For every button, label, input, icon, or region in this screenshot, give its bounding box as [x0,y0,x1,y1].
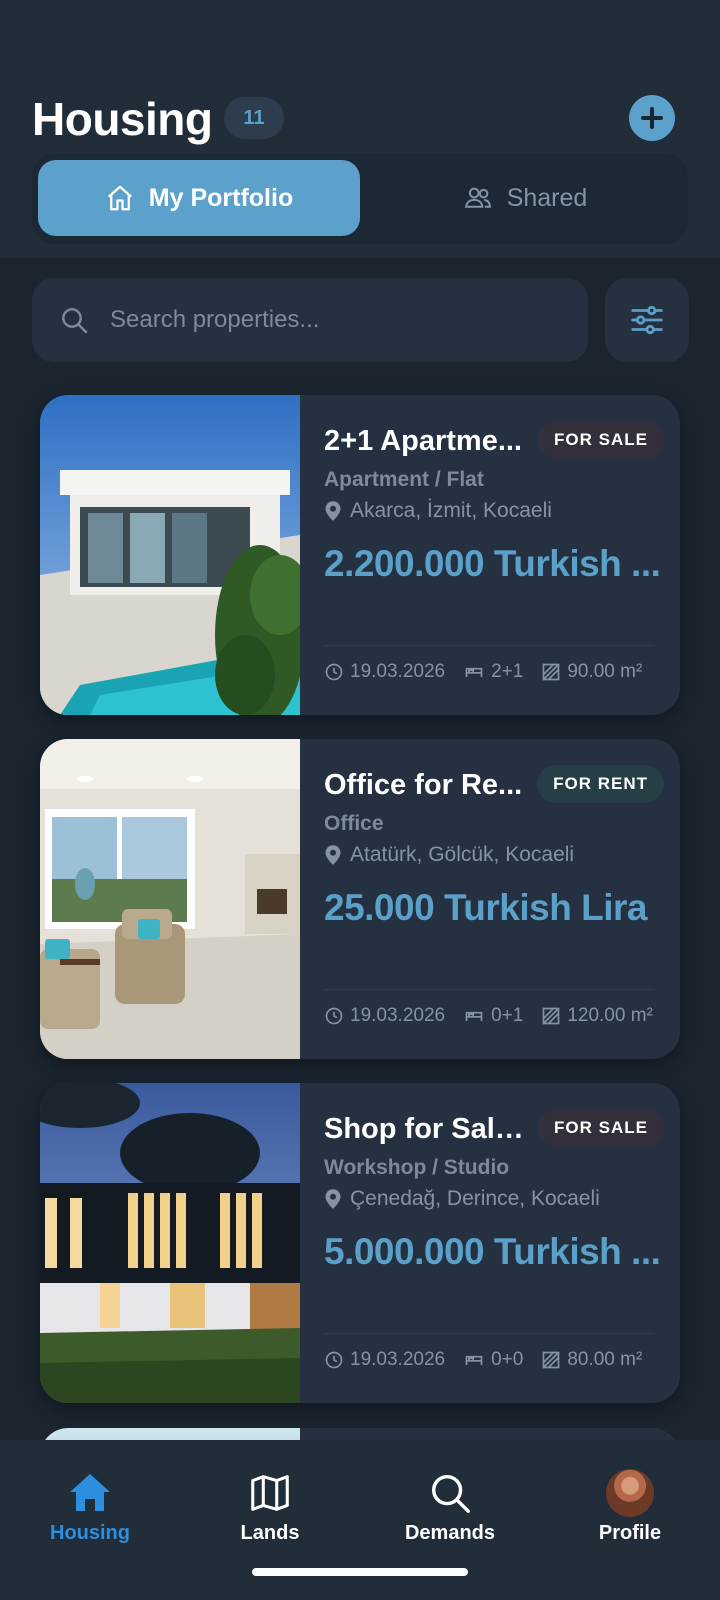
listing-price: 5.000.000 Turkish ... [324,1231,661,1272]
tab-label: My Portfolio [148,183,294,212]
status-badge: FOR RENT [537,765,664,803]
avatar [606,1469,654,1517]
page-title: Housing [32,93,213,145]
listing-area: 80.00 m² [567,1349,643,1370]
listing-location: Akarca, İzmit, Kocaeli [324,499,552,523]
listing-title: Office for Re... [324,769,523,801]
tab-my-portfolio[interactable]: My Portfolio [38,160,360,236]
location-pin-icon [325,845,341,865]
property-photo [40,1083,300,1403]
location-text: Çenedağ, Derince, Kocaeli [350,1187,600,1210]
listing-type: Workshop / Studio [324,1156,510,1179]
card-body: Shop for Sale... FOR SALE Workshop / Stu… [324,1083,664,1403]
tab-shared[interactable]: Shared [368,160,682,236]
location-pin-icon [325,1189,341,1209]
listing-rooms: 0+1 [491,1005,524,1026]
area-icon [542,1351,560,1369]
nav-demands[interactable]: Demands [380,1468,520,1545]
search-icon [62,308,88,334]
nav-label: Housing [50,1522,130,1544]
listing-price: 25.000 Turkish Lira [324,887,647,928]
clock-icon [325,663,343,681]
location-text: Atatürk, Gölcük, Kocaeli [350,843,575,866]
home-icon [70,1474,110,1511]
nav-profile[interactable]: Profile [560,1468,700,1545]
clock-icon [325,1007,343,1025]
status-badge: FOR SALE [538,421,664,459]
listing-date: 19.03.2026 [350,661,446,682]
card-body: Office for Re... FOR RENT Office Atatürk… [324,739,664,1059]
listing-card[interactable]: 2+1 Apartme... FOR SALE Apartment / Flat… [40,395,680,715]
listing-rooms: 0+0 [491,1349,524,1370]
listing-area: 90.00 m² [567,661,643,682]
filter-button[interactable] [605,278,689,362]
divider [324,1333,654,1334]
search-bar [32,278,588,362]
nav-lands[interactable]: Lands [200,1468,340,1545]
listing-title: Shop for Sale... [324,1113,524,1145]
count-badge: 11 [224,97,284,139]
listing-location: Çenedağ, Derince, Kocaeli [324,1187,600,1211]
listing-date: 19.03.2026 [350,1005,446,1026]
tab-label: Shared [506,183,588,212]
listing-price: 2.200.000 Turkish ... [324,543,661,584]
app-header: Housing 11 My Portfolio Shared [0,0,720,258]
location-text: Akarca, İzmit, Kocaeli [350,499,552,522]
add-button[interactable] [629,95,675,141]
divider [324,989,654,990]
nav-housing[interactable]: Housing [20,1468,160,1545]
card-body: 2+1 Apartme... FOR SALE Apartment / Flat… [324,395,664,715]
search-input[interactable] [110,306,550,334]
listing-card[interactable]: Shop for Sale... FOR SALE Workshop / Stu… [40,1083,680,1403]
listing-location: Atatürk, Gölcük, Kocaeli [324,843,574,867]
listing-type: Apartment / Flat [324,468,484,491]
bed-icon [465,667,483,677]
property-photo [40,739,300,1059]
home-indicator [252,1568,468,1576]
listing-type: Office [324,812,384,835]
nav-label: Demands [404,1522,496,1544]
status-badge: FOR SALE [538,1109,664,1147]
bottom-nav: Housing Lands Demands Profile [0,1440,720,1600]
map-icon [251,1475,289,1511]
bed-icon [465,1011,483,1021]
property-photo [40,395,300,715]
divider [324,645,654,646]
listing-area: 120.00 m² [567,1005,653,1026]
listing-meta: 19.03.2026 0+1 120.00 m² [324,1005,671,1027]
nav-label: Lands [240,1522,300,1544]
listing-date: 19.03.2026 [350,1349,446,1370]
users-icon [464,187,491,208]
home-icon [107,185,132,211]
listing-title: 2+1 Apartme... [324,425,522,457]
listing-meta: 19.03.2026 0+0 80.00 m² [324,1349,660,1371]
area-icon [542,1007,560,1025]
listing-meta: 19.03.2026 2+1 90.00 m² [324,661,660,683]
nav-label: Profile [598,1522,662,1544]
area-icon [542,663,560,681]
location-pin-icon [325,501,341,521]
bed-icon [465,1355,483,1365]
sliders-icon [631,305,663,335]
listing-card[interactable]: Office for Re... FOR RENT Office Atatürk… [40,739,680,1059]
listing-rooms: 2+1 [491,661,524,682]
search-icon [431,1474,470,1513]
clock-icon [325,1351,343,1369]
segmented-control: My Portfolio Shared [32,154,688,244]
